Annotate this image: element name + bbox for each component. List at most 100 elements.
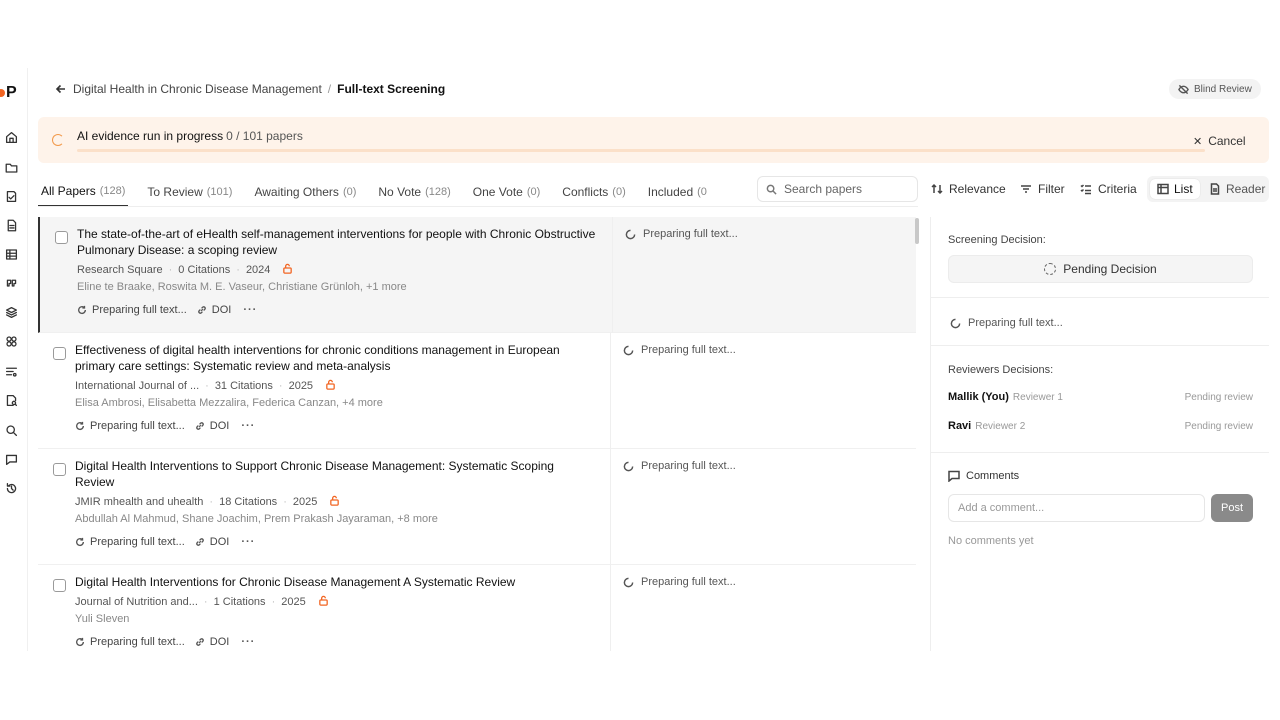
folder-icon[interactable] (4, 160, 18, 174)
screening-icon[interactable] (4, 189, 18, 203)
extraction-status-text: Preparing full text... (641, 576, 736, 588)
criteria-icon (1080, 184, 1091, 195)
ai-progress-banner: AI evidence run in progress 0 / 101 paper… (38, 117, 1269, 163)
tab-one-vote[interactable]: One Vote (0) (470, 176, 544, 207)
tab-count: (0) (526, 185, 541, 198)
tab-count: (101) (206, 185, 233, 198)
row-checkbox[interactable] (53, 463, 66, 476)
paper-year: 2025 (281, 596, 306, 608)
back-arrow-icon[interactable] (55, 83, 67, 95)
blind-review-button[interactable]: Blind Review (1169, 79, 1261, 99)
extraction-status: Preparing full text... (623, 576, 736, 588)
no-comments-text: No comments yet (948, 535, 1034, 547)
cancel-button[interactable]: ✕ Cancel (1193, 134, 1246, 148)
comment-icon (948, 470, 960, 482)
paper-row[interactable]: Digital Health Interventions for Chronic… (38, 565, 916, 651)
layers-icon[interactable] (4, 305, 18, 319)
logo-letter: P (6, 84, 17, 101)
quote-icon[interactable] (4, 276, 18, 290)
paper-title[interactable]: Effectiveness of digital health interven… (75, 342, 595, 374)
file-search-icon[interactable] (4, 393, 18, 407)
paper-title[interactable]: The state-of-the-art of eHealth self-man… (77, 226, 597, 258)
paper-authors: Abdullah Al Mahmud, Shane Joachim, Prem … (75, 513, 438, 525)
history-icon[interactable] (4, 481, 18, 495)
row-checkbox[interactable] (53, 579, 66, 592)
breadcrumb-parent[interactable]: Digital Health in Chronic Disease Manage… (73, 82, 322, 96)
banner-title: AI evidence run in progress 0 / 101 paper… (77, 129, 303, 143)
tab-conflicts[interactable]: Conflicts (0) (559, 176, 628, 207)
paper-row[interactable]: Digital Health Interventions to Support … (38, 449, 916, 565)
link-icon (197, 306, 206, 314)
doi-link[interactable]: DOI (195, 536, 229, 548)
paper-meta: JMIR mhealth and uhealth · 18 Citations · … (75, 495, 340, 509)
panel-extraction-status: Preparing full text... (950, 317, 1063, 329)
paper-meta: Journal of Nutrition and... · 1 Citations… (75, 595, 329, 609)
paper-citations: 18 Citations (219, 496, 278, 508)
paper-title[interactable]: Digital Health Interventions for Chronic… (75, 574, 595, 590)
search-icon (766, 184, 777, 195)
paper-title[interactable]: Digital Health Interventions to Support … (75, 458, 595, 490)
paper-citations: 1 Citations (213, 596, 266, 608)
panel-divider (931, 297, 1269, 298)
more-options-button[interactable]: ··· (241, 536, 255, 548)
tab-no-vote[interactable]: No Vote (128) (375, 176, 453, 207)
post-button[interactable]: Post (1211, 494, 1253, 522)
table-icon[interactable] (4, 247, 18, 261)
filter-button[interactable]: Filter (1020, 181, 1065, 197)
list-view-label: List (1174, 182, 1193, 196)
list-view-button[interactable]: List (1150, 179, 1200, 199)
app-window: P Digital Health in Chronic Disease Mana… (0, 68, 1280, 651)
chat-icon[interactable] (4, 452, 18, 466)
document-icon[interactable] (4, 218, 18, 232)
more-options-button[interactable]: ··· (241, 420, 255, 432)
search-icon[interactable] (4, 423, 18, 437)
comment-input[interactable] (948, 494, 1205, 522)
sort-button[interactable]: Relevance (931, 181, 1006, 197)
row-checkbox[interactable] (55, 231, 68, 244)
list-scrollbar[interactable] (915, 218, 919, 244)
tab-all-papers[interactable]: All Papers (128) (38, 176, 129, 207)
search-box[interactable] (757, 176, 918, 202)
tab-count: (0 (697, 185, 707, 198)
panel-extraction-text: Preparing full text... (968, 317, 1063, 329)
doi-label: DOI (209, 420, 230, 432)
paper-authors: Eline te Braake, Roswita M. E. Vaseur, C… (77, 281, 407, 293)
reader-view-button[interactable]: Reader (1202, 179, 1272, 199)
comments-label: Comments (966, 470, 1020, 482)
doi-link[interactable]: DOI (195, 636, 229, 648)
eye-off-icon (1178, 84, 1189, 94)
list-filter-icon[interactable] (4, 364, 18, 378)
link-icon (195, 538, 204, 546)
paper-row[interactable]: Effectiveness of digital health interven… (38, 333, 916, 449)
comments-header: Comments (948, 470, 1019, 482)
paper-authors: Elisa Ambrosi, Elisabetta Mezzalira, Fed… (75, 397, 383, 409)
paper-status: Preparing full text... (90, 636, 185, 648)
tab-awaiting-others[interactable]: Awaiting Others (0) (251, 176, 359, 207)
loading-icon (950, 318, 961, 328)
doi-link[interactable]: DOI (195, 420, 230, 432)
tab-included[interactable]: Included (0 (645, 176, 710, 207)
network-icon[interactable] (4, 334, 18, 348)
search-input[interactable] (784, 182, 904, 196)
view-toggle: List Reader (1147, 176, 1269, 202)
breadcrumb-separator: / (327, 82, 332, 96)
row-checkbox[interactable] (53, 347, 66, 360)
close-icon: ✕ (1193, 135, 1203, 148)
tab-label: Included (647, 184, 694, 199)
paper-row[interactable]: The state-of-the-art of eHealth self-man… (38, 217, 916, 333)
sort-label: Relevance (949, 182, 1006, 196)
tab-count: (0) (342, 185, 357, 198)
row-divider (610, 449, 611, 565)
more-options-button[interactable]: ··· (243, 304, 257, 316)
pending-decision-button[interactable]: Pending Decision (948, 255, 1253, 283)
tab-to-review[interactable]: To Review (101) (144, 176, 235, 207)
app-logo[interactable]: P (0, 84, 26, 104)
extraction-status-text: Preparing full text... (641, 460, 736, 472)
doi-link[interactable]: DOI (197, 304, 231, 316)
more-options-button[interactable]: ··· (241, 636, 255, 648)
breadcrumb: Digital Health in Chronic Disease Manage… (55, 81, 445, 97)
criteria-button[interactable]: Criteria (1080, 181, 1137, 197)
home-icon[interactable] (4, 130, 18, 144)
loading-icon (625, 229, 636, 239)
reader-view-label: Reader (1226, 182, 1266, 196)
